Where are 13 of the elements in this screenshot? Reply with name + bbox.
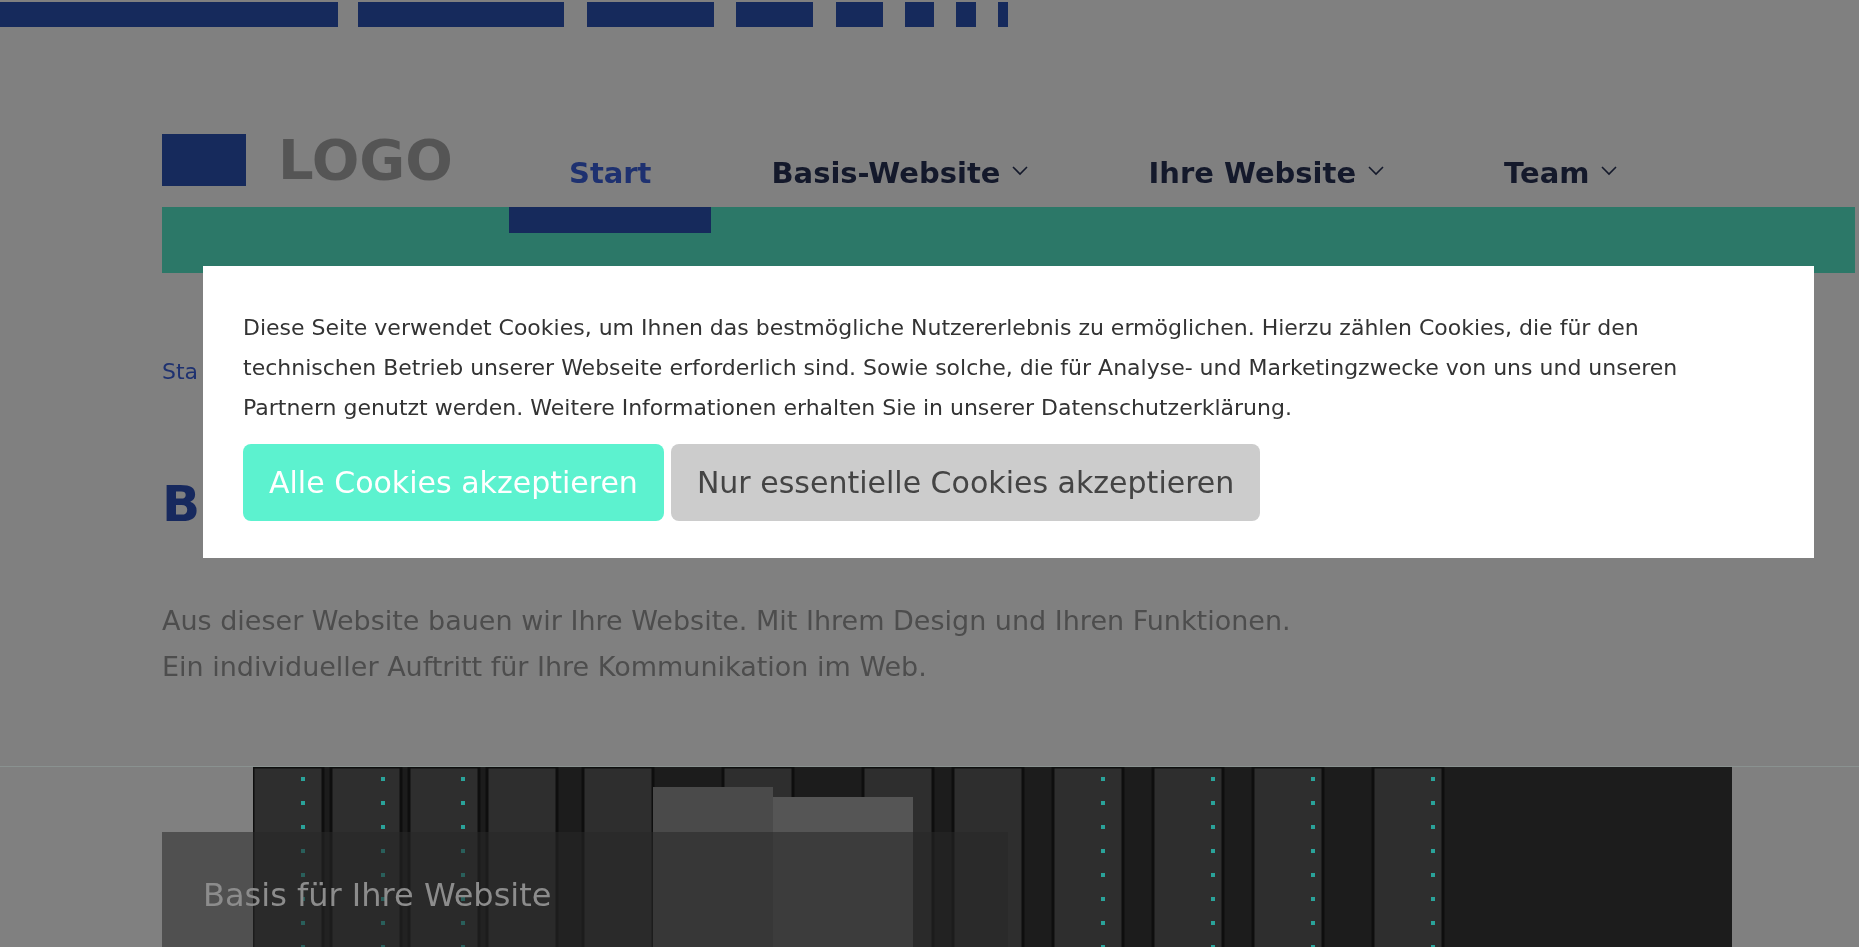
hero-caption: Basis für Ihre Website xyxy=(203,876,552,914)
page-heading: B xyxy=(162,474,202,535)
nav-tab[interactable]: Basis-Website xyxy=(711,150,1089,233)
cookie-notice-text: Diese Seite verwendet Cookies, um Ihnen das bestmögliche Nutzererlebnis zu ermöglichen. Hierzu zählen Cookies, die für den technischen Betrieb unserer Webseite erforderlich sind. Sowie solche, die für Analyse- und Marketingzwecke von uns und unseren Partnern genutzt werden. Weitere Informationen erhalten Sie in unserer Datenschutzerklärung. xyxy=(243,314,1679,422)
accept-button[interactable]: Nur essentielle Cookies akzeptieren xyxy=(670,444,1261,521)
breadcrumb-link[interactable]: Sta xyxy=(162,359,199,384)
nav-tab[interactable]: Ihre Website xyxy=(1088,150,1445,233)
nav-tab[interactable]: Team xyxy=(1444,150,1678,233)
decor-bar xyxy=(956,2,976,27)
decor-bar xyxy=(836,2,883,27)
decor-bar xyxy=(905,2,934,27)
logo-square-icon xyxy=(162,134,246,186)
decor-bar xyxy=(998,2,1008,27)
